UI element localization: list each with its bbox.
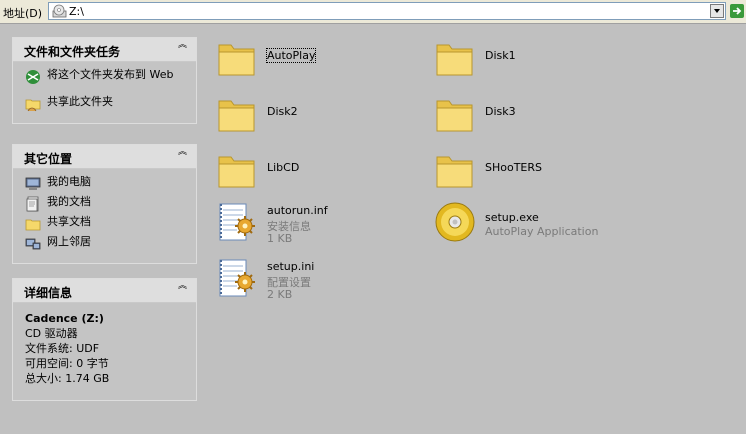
- folder-icon: [436, 156, 473, 188]
- details-title: 详细信息: [24, 286, 73, 300]
- my-documents-icon: [26, 196, 39, 212]
- folder-icon: [218, 44, 255, 76]
- task-label: 将这个文件夹发布到 Web: [47, 68, 174, 81]
- share-folder-icon: [25, 99, 41, 112]
- place-label: 我的电脑: [47, 175, 91, 188]
- place-my-computer[interactable]: 我的电脑: [25, 175, 196, 195]
- file-tasks-panel: 文件和文件夹任务 ︽ 将这个文件夹发布到 Web 共享此文件夹: [12, 37, 197, 124]
- file-name: AutoPlay: [265, 48, 317, 63]
- file-name: setup.ini: [267, 260, 315, 273]
- address-input[interactable]: Z:\: [48, 2, 726, 20]
- file-name: Disk3: [485, 105, 516, 118]
- cd-drive-icon: [52, 4, 67, 18]
- folder-icon: [218, 100, 255, 132]
- config-file-icon: [219, 203, 255, 241]
- cd-disc-icon: [435, 202, 475, 242]
- file-tasks-header[interactable]: 文件和文件夹任务 ︽: [13, 38, 196, 62]
- file-name: LibCD: [267, 161, 300, 174]
- address-label: 地址(D): [3, 7, 43, 20]
- file-tasks-title: 文件和文件夹任务: [24, 45, 121, 59]
- place-label: 网上邻居: [47, 235, 91, 248]
- drive-type: CD 驱动器: [25, 327, 78, 340]
- collapse-chevron-icon[interactable]: ︽: [176, 41, 189, 55]
- folder-item[interactable]: SHooTERS: [435, 149, 615, 193]
- place-my-documents[interactable]: 我的文档: [25, 195, 196, 215]
- folder-item[interactable]: LibCD: [217, 149, 397, 193]
- collapse-chevron-icon[interactable]: ︽: [176, 148, 189, 162]
- publish-web-icon: [26, 70, 40, 84]
- address-path: Z:\: [69, 5, 84, 18]
- task-share-folder[interactable]: 共享此文件夹: [25, 95, 196, 115]
- file-name: autorun.inf: [267, 204, 328, 217]
- folder-icon: [436, 44, 473, 76]
- drive-name: Cadence (Z:): [25, 312, 104, 325]
- folder-item[interactable]: Disk3: [435, 93, 615, 137]
- other-places-panel: 其它位置 ︽ 我的电脑 我的文档 共享文档 网上邻居: [12, 144, 197, 264]
- file-item[interactable]: setup.ini 配置设置 2 KB: [217, 256, 417, 301]
- other-places-header[interactable]: 其它位置 ︽: [13, 145, 196, 169]
- folder-item[interactable]: AutoPlay: [217, 37, 397, 81]
- file-size: 2 KB: [267, 288, 293, 301]
- collapse-chevron-icon[interactable]: ︽: [176, 282, 189, 296]
- network-places-icon: [25, 238, 41, 250]
- task-publish-web[interactable]: 将这个文件夹发布到 Web: [25, 68, 196, 95]
- file-size: 1 KB: [267, 232, 293, 245]
- folder-icon: [218, 156, 255, 188]
- address-dropdown-button[interactable]: [710, 4, 724, 18]
- details-header[interactable]: 详细信息 ︽: [13, 279, 196, 303]
- shared-documents-icon: [25, 219, 41, 231]
- file-item[interactable]: setup.exe AutoPlay Application: [435, 200, 635, 244]
- task-label: 共享此文件夹: [47, 95, 113, 108]
- place-label: 我的文档: [47, 195, 91, 208]
- folder-icon: [436, 100, 473, 132]
- drive-filesystem: 文件系统: UDF: [25, 342, 100, 355]
- place-shared-documents[interactable]: 共享文档: [25, 215, 196, 235]
- go-arrow-icon[interactable]: [730, 4, 744, 18]
- file-item[interactable]: autorun.inf 安装信息 1 KB: [217, 200, 417, 245]
- file-name: setup.exe: [485, 211, 539, 224]
- folder-item[interactable]: Disk1: [435, 37, 615, 81]
- file-name: SHooTERS: [485, 161, 543, 174]
- file-name: Disk2: [267, 105, 298, 118]
- file-kind: AutoPlay Application: [485, 225, 599, 238]
- config-file-icon: [219, 259, 255, 297]
- details-panel: 详细信息 ︽ Cadence (Z:) CD 驱动器 文件系统: UDF 可用空…: [12, 278, 197, 401]
- drive-total-size: 总大小: 1.74 GB: [25, 372, 110, 385]
- place-label: 共享文档: [47, 215, 91, 228]
- folder-item[interactable]: Disk2: [217, 93, 397, 137]
- drive-free-space: 可用空间: 0 字节: [25, 357, 109, 370]
- place-network-places[interactable]: 网上邻居: [25, 235, 196, 255]
- my-computer-icon: [25, 177, 41, 190]
- other-places-title: 其它位置: [24, 152, 73, 166]
- file-name: Disk1: [485, 49, 516, 62]
- address-bar: 地址(D) Z:\: [0, 0, 746, 24]
